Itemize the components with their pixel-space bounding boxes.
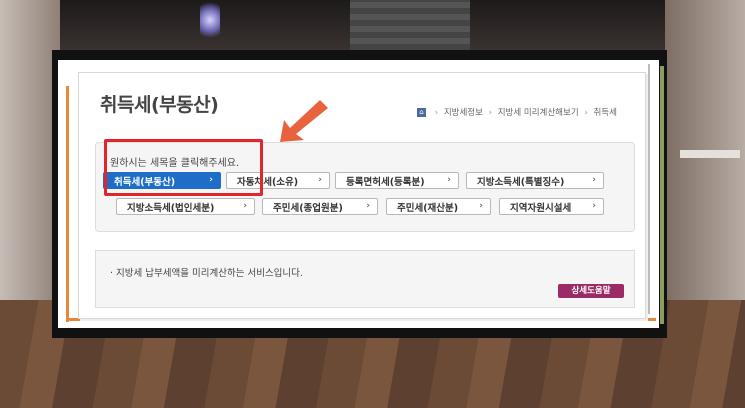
background-shelf: [680, 150, 740, 158]
instruction-text: 원하시는 세목을 클릭해주세요.: [110, 158, 240, 169]
chevron-right-icon: ›: [209, 175, 213, 185]
breadcrumb-separator: ›: [584, 108, 588, 118]
arrow-pointer-icon: [280, 100, 328, 142]
tax-button-resident-employee[interactable]: 주민세(종업원분) ›: [262, 198, 378, 215]
tax-button-registration[interactable]: 등록면허세(등록분) ›: [335, 172, 459, 189]
help-button[interactable]: 상세도움말: [558, 284, 624, 298]
info-box: [95, 250, 635, 308]
breadcrumb-item-current[interactable]: 취득세: [593, 108, 616, 118]
breadcrumb-separator: ›: [488, 108, 493, 118]
chevron-right-icon: ›: [366, 201, 370, 211]
breadcrumb-separator: ›: [434, 108, 439, 118]
tax-button-acquisition-realestate[interactable]: 취득세(부동산) ›: [103, 172, 221, 189]
chevron-right-icon: ›: [592, 201, 596, 211]
page-title: 취득세(부동산): [100, 94, 219, 116]
tax-button-label: 지역자원시설세: [510, 202, 572, 214]
tax-button-local-income-withholding[interactable]: 지방소득세(특별징수) ›: [466, 172, 604, 189]
chevron-right-icon: ›: [318, 175, 322, 185]
tax-button-label: 등록면허세(등록분): [346, 176, 425, 188]
tax-button-local-income-corporate[interactable]: 지방소득세(법인세분) ›: [116, 198, 255, 215]
tax-button-label: 주민세(종업원분): [273, 202, 343, 214]
page-edge: [648, 64, 650, 314]
tax-button-vehicle[interactable]: 자동차세(소유) ›: [226, 172, 330, 189]
tax-button-label: 지방소득세(법인세분): [127, 202, 215, 214]
breadcrumb-item[interactable]: 지방세정보: [444, 108, 483, 118]
chevron-right-icon: ›: [243, 201, 247, 211]
tax-button-resident-property[interactable]: 주민세(재산분) ›: [386, 198, 491, 215]
tax-button-regional-resource-facility[interactable]: 지역자원시설세 ›: [499, 198, 604, 215]
background-stone-wall: [350, 0, 470, 50]
chevron-right-icon: ›: [479, 201, 483, 211]
page-edge-green: [660, 66, 664, 324]
info-text: · 지방세 납부세액을 미리계산하는 서비스입니다.: [110, 268, 303, 279]
home-icon[interactable]: ⌂: [417, 108, 426, 117]
tax-button-label: 취득세(부동산): [114, 176, 176, 188]
tax-button-label: 지방소득세(특별징수): [477, 176, 565, 188]
tax-button-label: 자동차세(소유): [237, 176, 299, 188]
background-wall: [0, 0, 60, 300]
background-lamp: [200, 0, 220, 40]
breadcrumb: ⌂ › 지방세정보 › 지방세 미리계산해보기 › 취득세: [417, 106, 617, 118]
chevron-right-icon: ›: [592, 175, 596, 185]
page-edge-orange: [66, 86, 69, 322]
breadcrumb-item[interactable]: 지방세 미리계산해보기: [498, 108, 579, 118]
tax-button-label: 주민세(재산분): [397, 202, 459, 214]
chevron-right-icon: ›: [447, 175, 451, 185]
